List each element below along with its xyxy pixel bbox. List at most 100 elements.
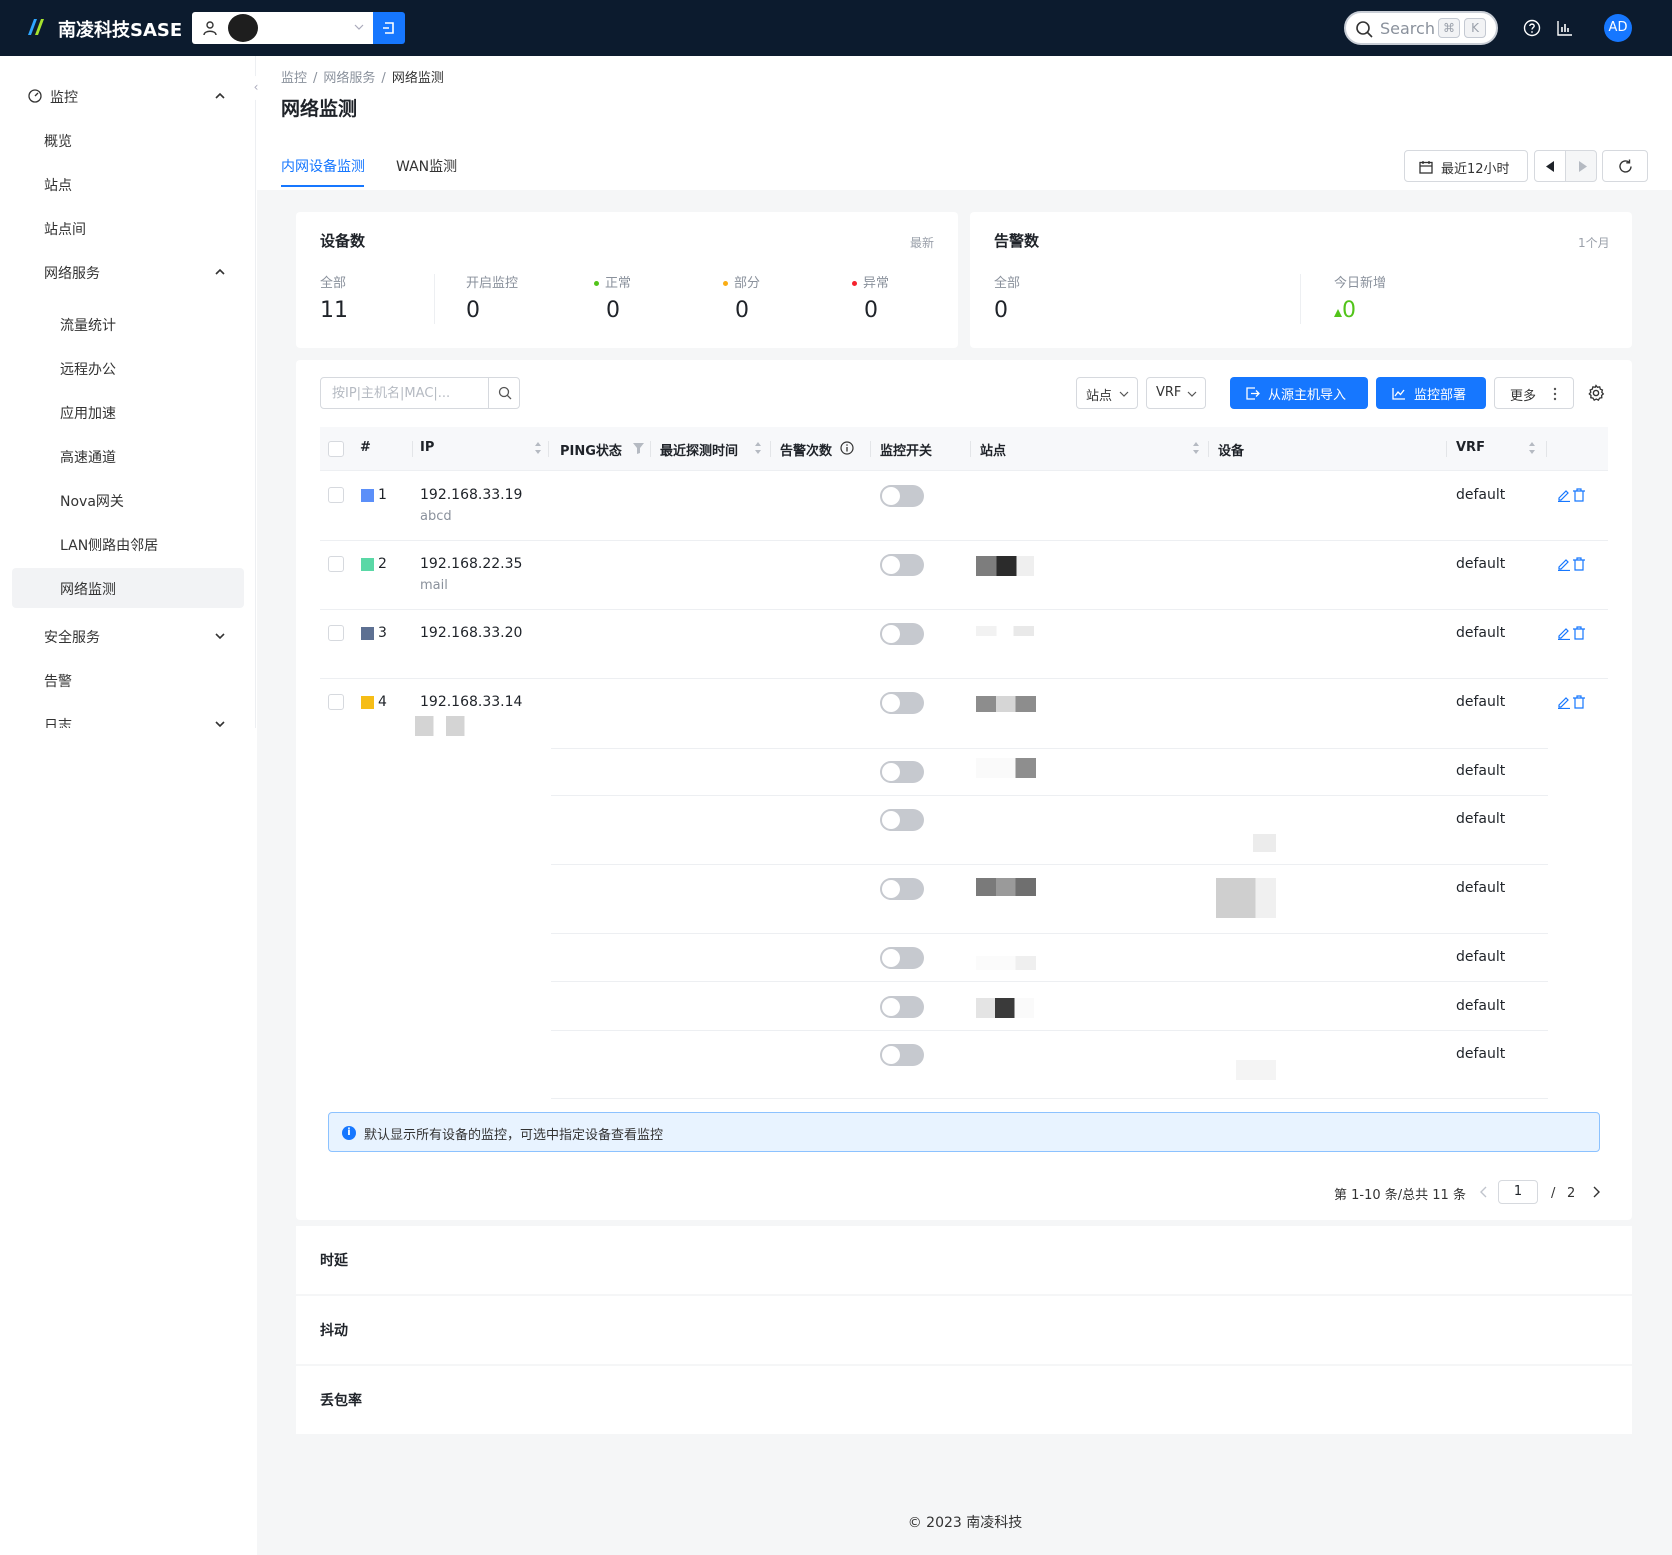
- monitor-toggle[interactable]: [880, 485, 924, 507]
- device-search-input[interactable]: [322, 379, 488, 407]
- delete-icon[interactable]: [1572, 488, 1586, 502]
- sidebar-item-sites[interactable]: 站点: [0, 164, 255, 204]
- pagination-prev-icon[interactable]: [1480, 1186, 1488, 1198]
- select-all-checkbox[interactable]: [328, 441, 344, 457]
- pagination-page-input[interactable]: 1: [1498, 1180, 1538, 1204]
- device-search[interactable]: [320, 377, 520, 409]
- sort-icon[interactable]: [1528, 441, 1536, 455]
- vrf-filter-select[interactable]: VRF: [1146, 377, 1206, 409]
- breadcrumb-item-monitor[interactable]: 监控: [281, 71, 307, 86]
- user-avatar[interactable]: AD: [1604, 14, 1632, 42]
- filter-icon[interactable]: [633, 443, 644, 454]
- row-vrf: default: [1456, 625, 1506, 641]
- sort-icon[interactable]: [1192, 441, 1200, 455]
- sidebar-item-inter-site[interactable]: 站点间: [0, 208, 255, 248]
- monitor-toggle[interactable]: [880, 761, 924, 783]
- monitor-toggle[interactable]: [880, 996, 924, 1018]
- stat-label-all-alerts: 全部: [994, 276, 1021, 291]
- more-vertical-icon: [1553, 387, 1557, 401]
- sidebar-collapse-button[interactable]: ‹: [248, 76, 264, 100]
- sidebar-item-traffic-stats[interactable]: 流量统计: [0, 304, 255, 344]
- delete-icon[interactable]: [1572, 557, 1586, 571]
- site-name-redacted: [976, 758, 1036, 778]
- tenant-switch-button[interactable]: [373, 12, 405, 44]
- info-alert: i 默认显示所有设备的监控，可选中指定设备查看监控: [328, 1112, 1600, 1152]
- sidebar-item-network-services[interactable]: 网络服务: [0, 252, 255, 292]
- chart-icon[interactable]: [1556, 19, 1574, 37]
- row-index: 1: [378, 487, 387, 503]
- pagination-next-icon[interactable]: [1592, 1186, 1600, 1198]
- sidebar-item-alerts[interactable]: 告警: [0, 660, 255, 700]
- arrow-up-icon: [1334, 309, 1342, 317]
- settings-gear-icon[interactable]: [1587, 384, 1605, 402]
- alert-count-card: 告警数 1个月 全部 0 今日新增 0: [970, 212, 1632, 348]
- column-header-ping-status[interactable]: PING状态: [560, 440, 622, 459]
- status-dot-green: [594, 281, 599, 286]
- column-divider: [650, 441, 651, 457]
- sidebar-item-network-monitoring[interactable]: 网络监测: [0, 568, 255, 608]
- row-ip: 192.168.33.14: [420, 694, 523, 710]
- edit-icon[interactable]: [1557, 695, 1571, 709]
- sidebar-item-nova-gateway[interactable]: Nova网关: [0, 480, 255, 520]
- time-range-picker[interactable]: 最近12小时: [1404, 150, 1528, 182]
- column-divider: [970, 441, 971, 457]
- edit-icon[interactable]: [1557, 488, 1571, 502]
- monitor-toggle[interactable]: [880, 947, 924, 969]
- device-name-redacted: [1216, 878, 1276, 918]
- column-header-ip[interactable]: IP: [420, 440, 434, 455]
- sidebar-item-logs[interactable]: 日志: [0, 704, 255, 728]
- global-search[interactable]: Search ⌘ K: [1344, 11, 1498, 45]
- tab-wan-monitoring[interactable]: WAN监测: [396, 156, 457, 176]
- brand-name[interactable]: 南凌科技SASE: [58, 16, 182, 42]
- column-header-site[interactable]: 站点: [980, 440, 1006, 459]
- edit-icon[interactable]: [1557, 557, 1571, 571]
- more-actions-button[interactable]: 更多: [1494, 377, 1574, 409]
- sidebar-item-security-services[interactable]: 安全服务: [0, 616, 255, 656]
- import-from-source-host-button[interactable]: 从源主机导入: [1230, 377, 1368, 409]
- sidebar-item-app-acceleration[interactable]: 应用加速: [0, 392, 255, 432]
- monitor-toggle[interactable]: [880, 1044, 924, 1066]
- column-header-vrf[interactable]: VRF: [1456, 440, 1485, 455]
- monitor-toggle[interactable]: [880, 878, 924, 900]
- row-divider: [320, 540, 1608, 541]
- top-bar: 南凌科技SASE Search ⌘ K AD: [0, 0, 1672, 56]
- time-prev-button[interactable]: [1534, 150, 1566, 182]
- sidebar-item-lan-route-neighbor[interactable]: LAN侧路由邻居: [0, 524, 255, 564]
- refresh-button[interactable]: [1602, 150, 1648, 182]
- row-divider: [551, 864, 1548, 865]
- device-search-button[interactable]: [488, 378, 520, 408]
- stat-value-monitoring-on: 0: [466, 298, 480, 323]
- monitor-toggle[interactable]: [880, 623, 924, 645]
- row-checkbox[interactable]: [328, 625, 344, 641]
- row-checkbox[interactable]: [328, 694, 344, 710]
- info-circle-icon[interactable]: [840, 441, 854, 455]
- breadcrumb-item-network-services[interactable]: 网络服务: [323, 71, 375, 86]
- monitor-toggle[interactable]: [880, 554, 924, 576]
- tab-lan-device-monitoring[interactable]: 内网设备监测: [281, 156, 365, 176]
- monitor-toggle[interactable]: [880, 692, 924, 714]
- delete-icon[interactable]: [1572, 695, 1586, 709]
- row-divider: [551, 1098, 1548, 1099]
- row-checkbox[interactable]: [328, 556, 344, 572]
- edit-icon[interactable]: [1557, 626, 1571, 640]
- monitor-toggle[interactable]: [880, 809, 924, 831]
- kbd-k: K: [1464, 18, 1486, 38]
- delete-icon[interactable]: [1572, 626, 1586, 640]
- sidebar-item-express-channel[interactable]: 高速通道: [0, 436, 255, 476]
- tenant-selector[interactable]: [192, 12, 374, 44]
- packet-loss-title: 丢包率: [320, 1393, 362, 1409]
- stat-label-monitoring-on: 开启监控: [466, 276, 519, 291]
- column-header-last-probe-time[interactable]: 最近探测时间: [660, 440, 738, 459]
- monitor-deploy-button[interactable]: 监控部署: [1376, 377, 1486, 409]
- row-ip: 192.168.33.19: [420, 487, 523, 503]
- time-next-button[interactable]: [1565, 150, 1597, 182]
- sidebar-item-remote-office[interactable]: 远程办公: [0, 348, 255, 388]
- card-title: 告警数: [994, 232, 1040, 250]
- sort-icon[interactable]: [754, 441, 762, 455]
- help-icon[interactable]: [1523, 19, 1541, 37]
- sort-icon[interactable]: [534, 441, 542, 455]
- sidebar-item-monitor[interactable]: 监控: [0, 76, 255, 116]
- sidebar-item-overview[interactable]: 概览: [0, 120, 255, 160]
- row-checkbox[interactable]: [328, 487, 344, 503]
- site-filter-select[interactable]: 站点: [1076, 377, 1138, 409]
